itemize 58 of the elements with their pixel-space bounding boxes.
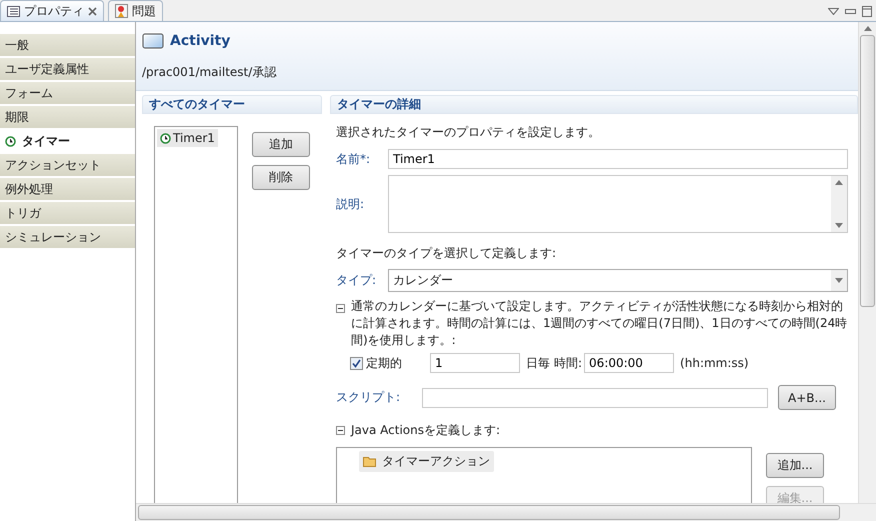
type-label: タイプ: [336,272,378,289]
action-item[interactable]: タイマーアクション [359,451,494,472]
sidebar-tab[interactable]: 一般 [0,34,135,58]
element-path: /prac001/mailtest/承認 [142,64,278,81]
scroll-up-icon[interactable] [864,26,872,31]
sidebar-tab[interactable]: フォーム [0,82,135,106]
recurring-label: 定期的 [366,354,403,372]
close-icon[interactable] [88,6,97,16]
dropdown-arrow-icon[interactable] [835,278,843,283]
timer-button[interactable]: 追加 [252,132,310,157]
view-tab[interactable]: プロパティ [0,0,104,21]
sidebar-tab[interactable]: ユーザ定義属性 [0,58,135,82]
interval-field[interactable]: 1 [430,353,520,373]
scroll-down-icon[interactable] [835,223,843,228]
warning-icon [115,4,128,18]
list-icon [7,6,20,16]
minimize-icon[interactable] [845,8,856,14]
collapse-icon[interactable] [336,304,345,313]
description-label: 説明: [336,196,366,212]
horizontal-scrollbar[interactable] [136,503,876,521]
activity-icon [142,33,164,49]
intro-text: 選択されたタイマーのプロパティを設定します。 [336,124,601,141]
name-field[interactable]: Timer1 [388,149,848,169]
sidebar-tab[interactable]: シミュレーション [0,226,135,250]
sidebar-tab[interactable]: トリガ [0,202,135,226]
type-dropdown[interactable]: カレンダー [388,269,848,292]
check-icon [352,358,361,368]
script-label: スクリプト: [336,389,402,406]
clock-icon [160,132,171,144]
section-title: すべてのタイマー [142,95,322,114]
unit-label: 日毎 [526,354,550,372]
collapse-icon[interactable] [336,426,345,435]
sidebar-tab[interactable]: 期限 [0,106,135,130]
name-label: 名前*: [336,150,372,168]
timer-button[interactable]: 削除 [252,165,310,190]
action-button[interactable]: 追加... [766,453,824,478]
sidebar-tab[interactable]: アクションセット [0,154,135,178]
java-actions-title: Java Actionsを定義します: [351,422,500,439]
scroll-up-icon[interactable] [835,180,843,185]
time-format-hint: (hh:mm:ss) [680,356,749,370]
clock-icon [5,136,16,146]
maximize-icon[interactable] [862,6,872,16]
section-title: タイマーの詳細 [330,95,858,114]
description-field[interactable] [388,175,848,233]
vertical-scrollbar[interactable] [858,22,876,503]
view-menu-icon[interactable] [828,8,839,14]
expression-button[interactable]: A+B... [778,385,836,410]
script-field[interactable] [422,388,768,408]
sidebar-tab[interactable]: 例外処理 [0,178,135,202]
timer-item[interactable]: Timer1 [157,129,218,147]
header-title: Activity [170,33,230,49]
time-label: 時間: [554,354,582,372]
calendar-description: 通常のカレンダーに基づいて設定します。アクティビティが活性状態になる時刻から相対的に計算されます。時間の計算には、1週間のすべての曜日(7日間)、1日のすべての時間(24時間)を使用します。: [351,298,848,349]
type-prompt: タイマーのタイプを選択して定義します: [336,245,558,262]
recurring-checkbox[interactable] [350,356,363,370]
folder-icon [363,456,377,467]
view-tab[interactable]: 問題 [108,0,163,21]
time-field[interactable]: 06:00:00 [584,353,674,373]
